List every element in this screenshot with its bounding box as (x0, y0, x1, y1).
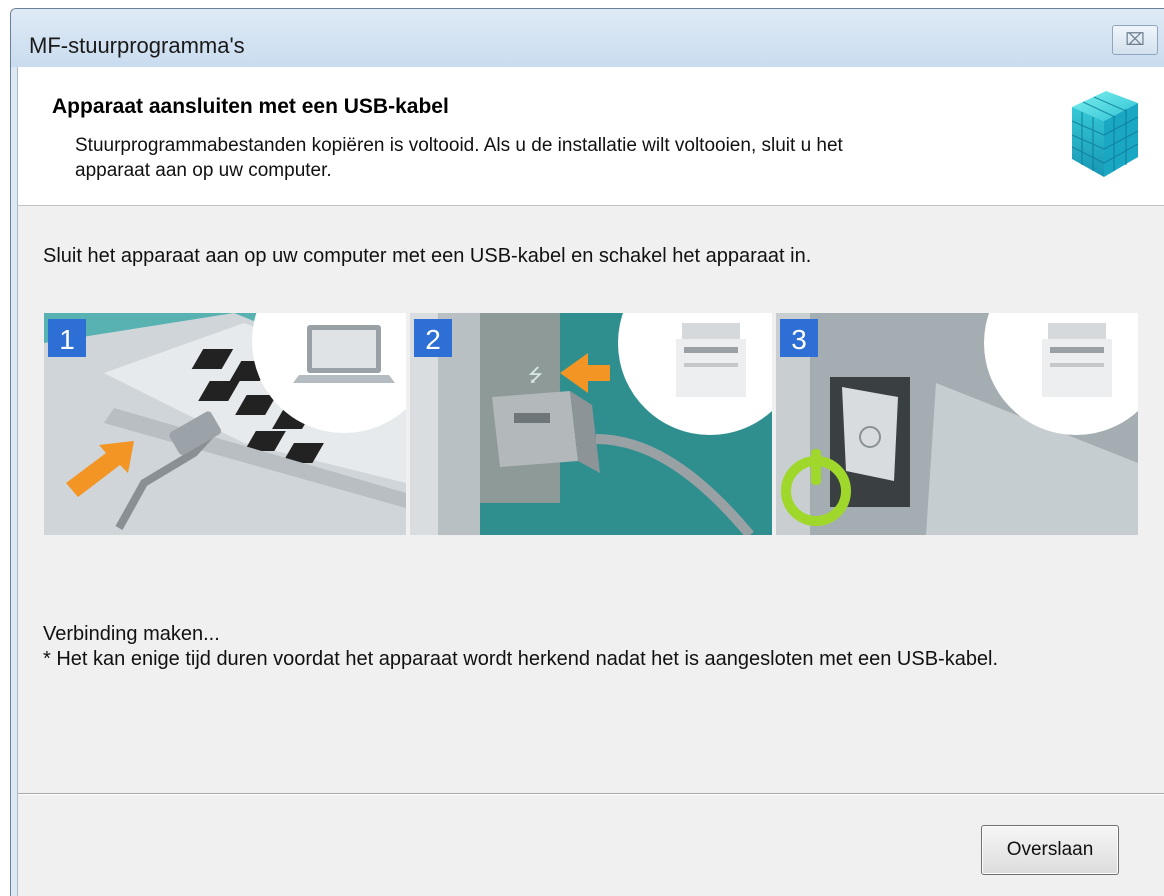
steps-illustration: 1 ⭍ 2 3 (44, 313, 1138, 535)
step-3-number: 3 (791, 324, 807, 355)
close-button[interactable]: ⌧ (1112, 25, 1158, 55)
step-1-panel: 1 (44, 313, 406, 535)
installer-dialog: MF-stuurprogramma's ⌧ Apparaat aansluite… (10, 8, 1164, 896)
title-bar[interactable]: MF-stuurprogramma's ⌧ (11, 9, 1164, 67)
dialog-body: Apparaat aansluiten met een USB-kabel St… (17, 67, 1164, 896)
skip-button[interactable]: Overslaan (981, 825, 1119, 875)
window-title: MF-stuurprogramma's (29, 33, 245, 58)
instruction-text: Sluit het apparaat aan op uw computer me… (43, 245, 812, 267)
step-3-panel: 3 (776, 313, 1138, 535)
wizard-header: Apparaat aansluiten met een USB-kabel St… (18, 67, 1164, 206)
page-description: Stuurprogrammabestanden kopiëren is volt… (75, 135, 843, 181)
step-1-number: 1 (59, 324, 75, 355)
status-area: Verbinding maken... * Het kan enige tijd… (43, 622, 1133, 672)
cube-installer-icon (1071, 91, 1139, 177)
status-note: * Het kan enige tijd duren voordat het a… (43, 648, 999, 670)
close-icon: ⌧ (1125, 30, 1145, 49)
status-text: Verbinding maken... (43, 623, 220, 645)
step-2-panel: ⭍ 2 (410, 313, 772, 535)
printer-usb-port-illustration: ⭍ 2 (410, 313, 772, 535)
footer-divider (18, 793, 1164, 795)
svg-text:⭍: ⭍ (528, 365, 543, 386)
page-title: Apparaat aansluiten met een USB-kabel (52, 95, 449, 118)
step-2-number: 2 (425, 324, 441, 355)
laptop-usb-illustration: 1 (44, 313, 406, 535)
printer-power-switch-illustration: 3 (776, 313, 1138, 535)
